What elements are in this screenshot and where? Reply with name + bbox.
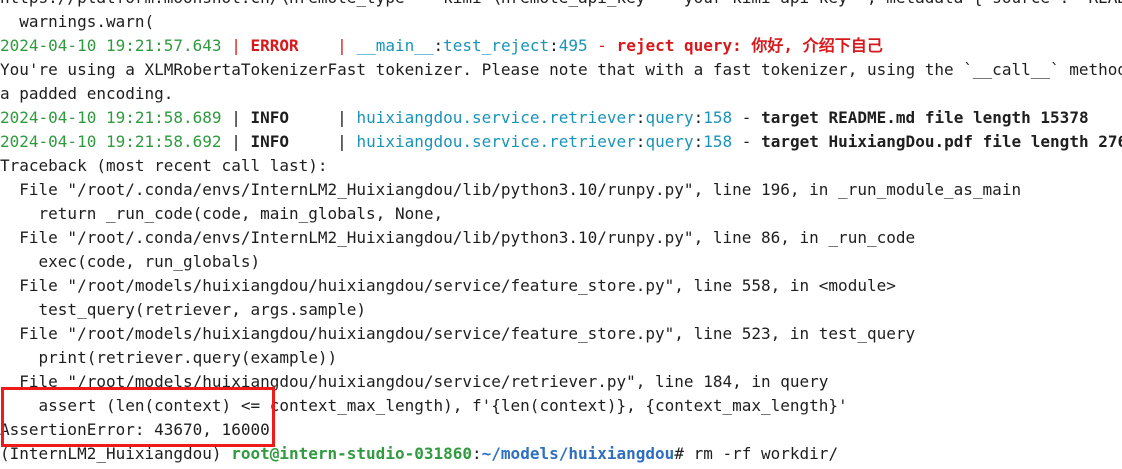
log-info-readme-segment: -: [732, 108, 762, 127]
tokenizer-notice-line: You're using a XLMRobertaTokenizerFast t…: [0, 58, 1122, 82]
log-info-readme-segment: query: [645, 108, 694, 127]
traceback-frame-segment: File "/root/.conda/envs/InternLM2_Huixia…: [0, 228, 916, 247]
metadata-line-segment: https://platform.moonshot.cn/\nremote_ty…: [0, 0, 1122, 7]
log-info-readme-segment: INFO: [250, 108, 328, 127]
log-error-line-segment: __main__: [356, 36, 434, 55]
log-info-pdf-segment: huixiangdou.service.retriever: [356, 132, 636, 151]
log-info-pdf-segment: 2024-04-10 19:21:58.692: [0, 132, 222, 151]
shell-prompt-line-segment: (InternLM2_Huixiangdou): [0, 444, 232, 463]
traceback-frame: File "/root/models/huixiangdou/huixiangd…: [0, 322, 1122, 346]
log-error-line-segment: 2024-04-10 19:21:57.643: [0, 36, 222, 55]
traceback-frame-segment: File "/root/models/huixiangdou/huixiangd…: [0, 276, 896, 295]
log-info-readme-segment: 2024-04-10 19:21:58.689: [0, 108, 222, 127]
terminal-output[interactable]: https://platform.moonshot.cn/\nremote_ty…: [0, 0, 1122, 466]
tokenizer-notice-cont: a padded encoding.: [0, 82, 1122, 106]
traceback-code-segment: test_query(retriever, args.sample): [0, 300, 367, 319]
shell-prompt-line-segment: ~/models/huixiangdou: [481, 444, 675, 463]
log-error-line: 2024-04-10 19:21:57.643 | ERROR | __main…: [0, 34, 1122, 58]
shell-prompt-line-segment: root@intern-studio-031860: [231, 444, 473, 463]
log-info-readme-segment: |: [327, 108, 357, 127]
metadata-line: https://platform.moonshot.cn/\nremote_ty…: [0, 0, 1122, 10]
traceback-frame-segment: File "/root/models/huixiangdou/huixiangd…: [0, 324, 916, 343]
shell-prompt-line-segment: :: [472, 444, 482, 463]
log-error-line-segment: -: [587, 36, 617, 55]
log-error-line-segment: reject query: 你好, 介绍下自己: [616, 36, 883, 55]
log-info-pdf-segment: INFO: [250, 132, 328, 151]
log-info-readme: 2024-04-10 19:21:58.689 | INFO | huixian…: [0, 106, 1122, 130]
log-info-pdf-segment: 158: [703, 132, 733, 151]
log-info-pdf-segment: -: [732, 132, 762, 151]
assertion-error-line: AssertionError: 43670, 16000: [0, 418, 1122, 442]
tokenizer-notice-cont-segment: a padded encoding.: [0, 84, 174, 103]
log-info-readme-segment: huixiangdou.service.retriever: [356, 108, 636, 127]
log-info-pdf-segment: :: [693, 132, 704, 151]
log-info-readme-segment: |: [221, 108, 251, 127]
traceback-code-segment: assert (len(context) <= context_max_leng…: [0, 396, 848, 415]
traceback-code-segment: print(retriever.query(example)): [0, 348, 338, 367]
shell-prompt-line-segment: # rm -rf workdir/: [674, 444, 839, 463]
log-info-readme-segment: :: [693, 108, 704, 127]
traceback-frame: File "/root/models/huixiangdou/huixiangd…: [0, 370, 1122, 394]
log-info-pdf-segment: :: [635, 132, 646, 151]
log-info-readme-segment: target README.md file length 15378: [761, 108, 1089, 127]
shell-prompt-line: (InternLM2_Huixiangdou) root@intern-stud…: [0, 442, 1122, 466]
traceback-code-segment: return _run_code(code, main_globals, Non…: [0, 204, 444, 223]
log-info-readme-segment: :: [635, 108, 646, 127]
log-info-pdf: 2024-04-10 19:21:58.692 | INFO | huixian…: [0, 130, 1122, 154]
traceback-code: return _run_code(code, main_globals, Non…: [0, 202, 1122, 226]
traceback-code: print(retriever.query(example)): [0, 346, 1122, 370]
traceback-frame: File "/root/.conda/envs/InternLM2_Huixia…: [0, 226, 1122, 250]
traceback-frame-segment: File "/root/models/huixiangdou/huixiangd…: [0, 372, 829, 391]
log-error-line-segment: |: [221, 36, 251, 55]
traceback-code: exec(code, run_globals): [0, 250, 1122, 274]
log-info-pdf-segment: target HuixiangDou.pdf file length 27670: [761, 132, 1122, 151]
assertion-error-line-segment: AssertionError: 43670, 16000: [0, 420, 270, 439]
traceback-code-segment: exec(code, run_globals): [0, 252, 261, 271]
log-error-line-segment: test_reject: [443, 36, 550, 55]
traceback-frame: File "/root/.conda/envs/InternLM2_Huixia…: [0, 178, 1122, 202]
traceback-frame-segment: File "/root/.conda/envs/InternLM2_Huixia…: [0, 180, 1022, 199]
log-error-line-segment: |: [327, 36, 357, 55]
traceback-code: assert (len(context) <= context_max_leng…: [0, 394, 1122, 418]
traceback-frame: File "/root/models/huixiangdou/huixiangd…: [0, 274, 1122, 298]
warning-line-segment: warnings.warn(: [0, 12, 155, 31]
traceback-code: test_query(retriever, args.sample): [0, 298, 1122, 322]
log-error-line-segment: 495: [558, 36, 588, 55]
log-error-line-segment: :: [433, 36, 444, 55]
log-info-readme-segment: 158: [703, 108, 733, 127]
log-info-pdf-segment: |: [221, 132, 251, 151]
warning-line: warnings.warn(: [0, 10, 1122, 34]
traceback-header: Traceback (most recent call last):: [0, 154, 1122, 178]
log-info-pdf-segment: query: [645, 132, 694, 151]
log-info-pdf-segment: |: [327, 132, 357, 151]
log-error-line-segment: ERROR: [250, 36, 328, 55]
log-error-line-segment: :: [549, 36, 559, 55]
traceback-header-segment: Traceback (most recent call last):: [0, 156, 328, 175]
tokenizer-notice-line-segment: You're using a XLMRobertaTokenizerFast t…: [0, 60, 1122, 79]
